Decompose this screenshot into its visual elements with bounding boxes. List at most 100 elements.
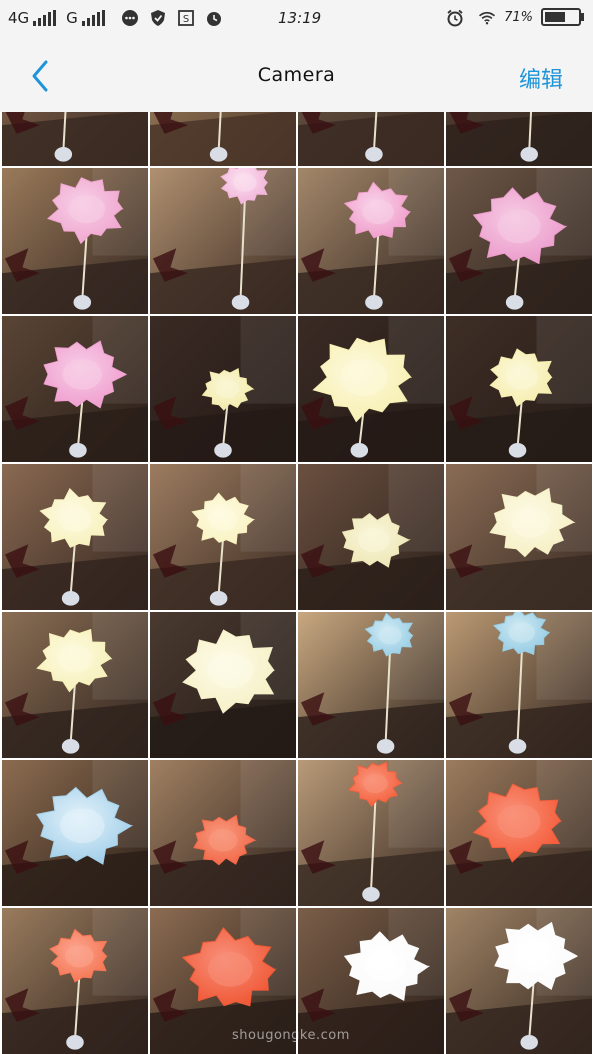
flower-base xyxy=(214,443,232,458)
photo-image xyxy=(446,112,592,166)
flower-base xyxy=(508,443,527,458)
photo-thumbnail[interactable] xyxy=(446,612,592,758)
photo-thumbnail[interactable] xyxy=(446,908,592,1054)
flower-base xyxy=(61,591,80,606)
flower-center xyxy=(208,829,238,852)
flower-base xyxy=(66,1035,84,1050)
battery-percent: 71% xyxy=(504,9,533,25)
photo-thumbnail[interactable] xyxy=(150,168,296,314)
photo-thumbnail[interactable] xyxy=(446,168,592,314)
photo-thumbnail[interactable] xyxy=(2,612,148,758)
status-time: 13:19 xyxy=(278,9,322,27)
flower-center xyxy=(378,626,402,645)
flower-base xyxy=(69,443,87,458)
photo-image xyxy=(446,612,592,758)
photo-thumbnail[interactable] xyxy=(446,316,592,462)
flower-center xyxy=(64,944,94,968)
photo-image xyxy=(2,316,148,462)
photo-thumbnail[interactable] xyxy=(298,612,444,758)
photo-thumbnail[interactable] xyxy=(446,464,592,610)
photo-thumbnail[interactable] xyxy=(150,612,296,758)
flower-base xyxy=(231,295,250,310)
photo-image xyxy=(298,112,444,166)
flower-center xyxy=(497,804,541,839)
photo-image xyxy=(446,168,592,314)
flower-center xyxy=(208,508,238,531)
alarm-icon xyxy=(446,8,464,27)
photo-thumbnail[interactable] xyxy=(446,760,592,906)
photo-image xyxy=(446,908,592,1054)
photo-image xyxy=(298,760,444,906)
flower-base xyxy=(209,591,228,606)
flower-base xyxy=(365,295,383,310)
photo-image xyxy=(150,316,296,462)
flower-center xyxy=(513,940,554,972)
photo-image xyxy=(150,760,296,906)
status-right: 71% xyxy=(440,8,584,27)
photo-image xyxy=(298,168,444,314)
flower-center xyxy=(62,359,103,390)
photo-thumbnail[interactable] xyxy=(298,464,444,610)
photo-thumbnail[interactable] xyxy=(2,316,148,462)
flower-center xyxy=(233,173,257,192)
flower-center xyxy=(508,622,536,643)
flower-center xyxy=(362,773,388,794)
photo-image xyxy=(2,760,148,906)
flower-base xyxy=(54,147,73,162)
photo-image xyxy=(150,112,296,166)
flower-center xyxy=(365,951,406,982)
flower-center xyxy=(362,199,395,225)
flower-center xyxy=(207,951,253,987)
edit-button[interactable]: 编辑 xyxy=(519,62,563,94)
flower-center xyxy=(68,194,106,224)
photo-thumbnail[interactable] xyxy=(2,464,148,610)
flower-base xyxy=(365,147,383,162)
photo-wall-panel xyxy=(388,760,444,848)
flower-base xyxy=(350,443,369,458)
status-bar: 4G G S 13:19 71% xyxy=(0,0,593,38)
alarm-icon xyxy=(205,9,223,27)
photo-thumbnail[interactable] xyxy=(2,168,148,314)
photo-thumbnail[interactable] xyxy=(2,760,148,906)
photo-thumbnail[interactable] xyxy=(150,112,296,166)
photo-thumbnail[interactable] xyxy=(150,316,296,462)
flower-center xyxy=(510,507,551,538)
photo-thumbnail[interactable] xyxy=(150,760,296,906)
photo-image xyxy=(298,464,444,610)
photo-thumbnail[interactable] xyxy=(150,464,296,610)
photo-thumbnail[interactable] xyxy=(446,112,592,166)
photo-thumbnail[interactable] xyxy=(298,168,444,314)
signal-icon xyxy=(33,10,57,26)
photo-image xyxy=(150,464,296,610)
flower-base xyxy=(505,295,524,310)
signal-icon xyxy=(81,10,105,26)
photo-thumbnail[interactable] xyxy=(2,908,148,1054)
flower-center xyxy=(506,365,538,390)
flower-base xyxy=(209,147,228,162)
photo-image xyxy=(2,908,148,1054)
photo-image xyxy=(298,612,444,758)
photo-thumbnail[interactable] xyxy=(298,316,444,462)
photo-image xyxy=(2,464,148,610)
flower-center xyxy=(57,644,93,673)
photo-image xyxy=(150,612,296,758)
photo-grid xyxy=(0,112,593,1054)
flower-base xyxy=(73,295,92,310)
screenshot-icon: S xyxy=(177,9,195,27)
photo-grid-viewport[interactable] xyxy=(0,112,593,1054)
photo-thumbnail[interactable] xyxy=(298,760,444,906)
photo-image xyxy=(2,112,148,166)
photo-wall-panel xyxy=(240,760,296,848)
photo-image xyxy=(2,612,148,758)
flower-base xyxy=(61,739,80,754)
photo-thumbnail[interactable] xyxy=(298,112,444,166)
watermark-text: shougongke.com xyxy=(232,1028,350,1043)
photo-thumbnail[interactable] xyxy=(2,112,148,166)
flower-center xyxy=(59,808,105,844)
status-left: 4G G S xyxy=(8,9,223,27)
photo-image xyxy=(298,316,444,462)
network-type-1: 4G xyxy=(8,9,30,27)
flower-center xyxy=(358,527,390,553)
battery-icon xyxy=(541,8,584,26)
photo-image xyxy=(150,168,296,314)
